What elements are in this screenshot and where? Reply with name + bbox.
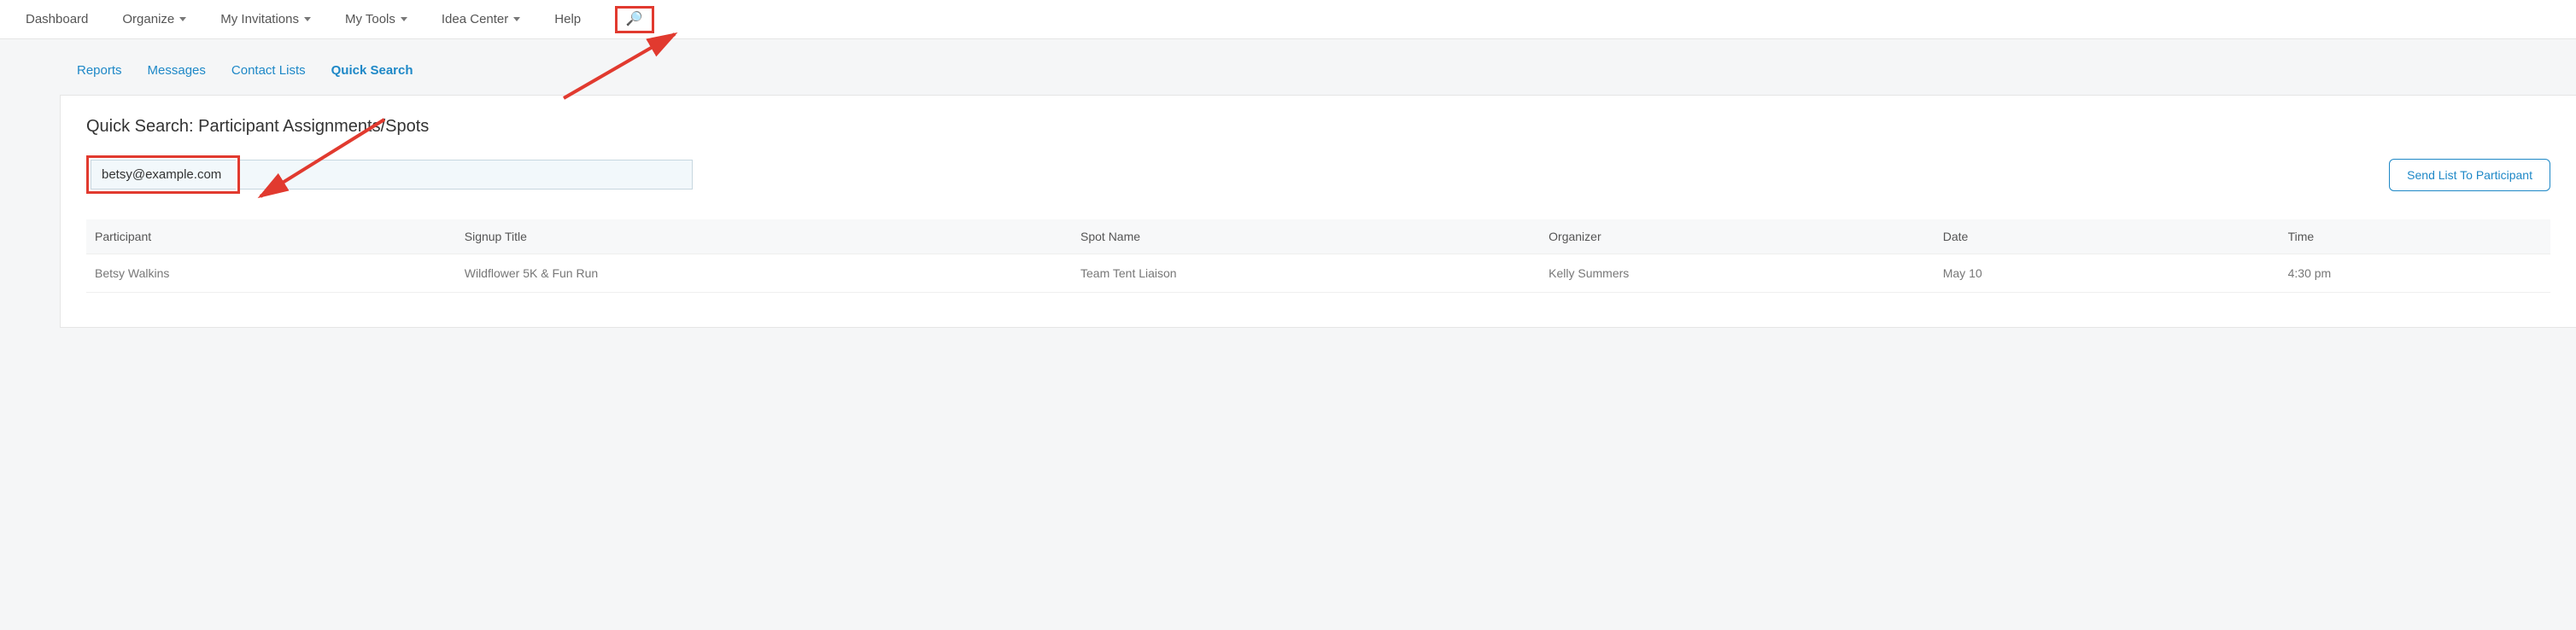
col-date: Date — [1935, 219, 2280, 254]
chevron-down-icon — [401, 17, 407, 21]
quick-search-card: Quick Search: Participant Assignments/Sp… — [60, 95, 2576, 328]
tab-contacts[interactable]: Contact Lists — [231, 63, 306, 78]
tab-reports[interactable]: Reports — [77, 63, 122, 78]
cell-organizer: Kelly Summers — [1540, 254, 1935, 293]
nav-help-label: Help — [554, 12, 581, 26]
nav-invitations[interactable]: My Invitations — [220, 12, 311, 26]
nav-invitations-label: My Invitations — [220, 12, 299, 26]
table-row[interactable]: Betsy Walkins Wildflower 5K & Fun Run Te… — [86, 254, 2550, 293]
page-title: Quick Search: Participant Assignments/Sp… — [86, 117, 2550, 137]
cell-spot: Team Tent Liaison — [1072, 254, 1540, 293]
nav-organize[interactable]: Organize — [122, 12, 186, 26]
chevron-down-icon — [304, 17, 311, 21]
chevron-down-icon — [513, 17, 520, 21]
top-navigation: Dashboard Organize My Invitations My Too… — [0, 0, 2576, 39]
search-row: Send List To Participant — [86, 155, 2550, 194]
tab-messages[interactable]: Messages — [148, 63, 206, 78]
search-input-extended[interactable] — [240, 160, 693, 190]
cell-participant: Betsy Walkins — [86, 254, 456, 293]
col-organizer: Organizer — [1540, 219, 1935, 254]
nav-tools-label: My Tools — [345, 12, 395, 26]
search-icon[interactable]: 🔍 — [626, 10, 643, 27]
cell-title: Wildflower 5K & Fun Run — [456, 254, 1072, 293]
col-title: Signup Title — [456, 219, 1072, 254]
col-time: Time — [2280, 219, 2550, 254]
sub-navigation: Reports Messages Contact Lists Quick Sea… — [0, 39, 2576, 95]
results-table: Participant Signup Title Spot Name Organ… — [86, 219, 2550, 293]
search-input[interactable] — [91, 160, 236, 190]
nav-organize-label: Organize — [122, 12, 174, 26]
cell-date: May 10 — [1935, 254, 2280, 293]
send-list-button[interactable]: Send List To Participant — [2389, 159, 2550, 191]
nav-ideas-label: Idea Center — [442, 12, 508, 26]
nav-help[interactable]: Help — [554, 12, 581, 26]
table-header-row: Participant Signup Title Spot Name Organ… — [86, 219, 2550, 254]
search-input-highlight-wrap — [86, 155, 693, 194]
nav-dashboard[interactable]: Dashboard — [26, 12, 88, 26]
cell-time: 4:30 pm — [2280, 254, 2550, 293]
col-spot: Spot Name — [1072, 219, 1540, 254]
nav-ideas[interactable]: Idea Center — [442, 12, 520, 26]
col-participant: Participant — [86, 219, 456, 254]
search-icon-highlight: 🔍 — [615, 6, 654, 33]
nav-tools[interactable]: My Tools — [345, 12, 407, 26]
tab-quicksearch[interactable]: Quick Search — [331, 63, 413, 78]
search-input-highlight — [86, 155, 240, 194]
nav-dashboard-label: Dashboard — [26, 12, 88, 26]
chevron-down-icon — [179, 17, 186, 21]
